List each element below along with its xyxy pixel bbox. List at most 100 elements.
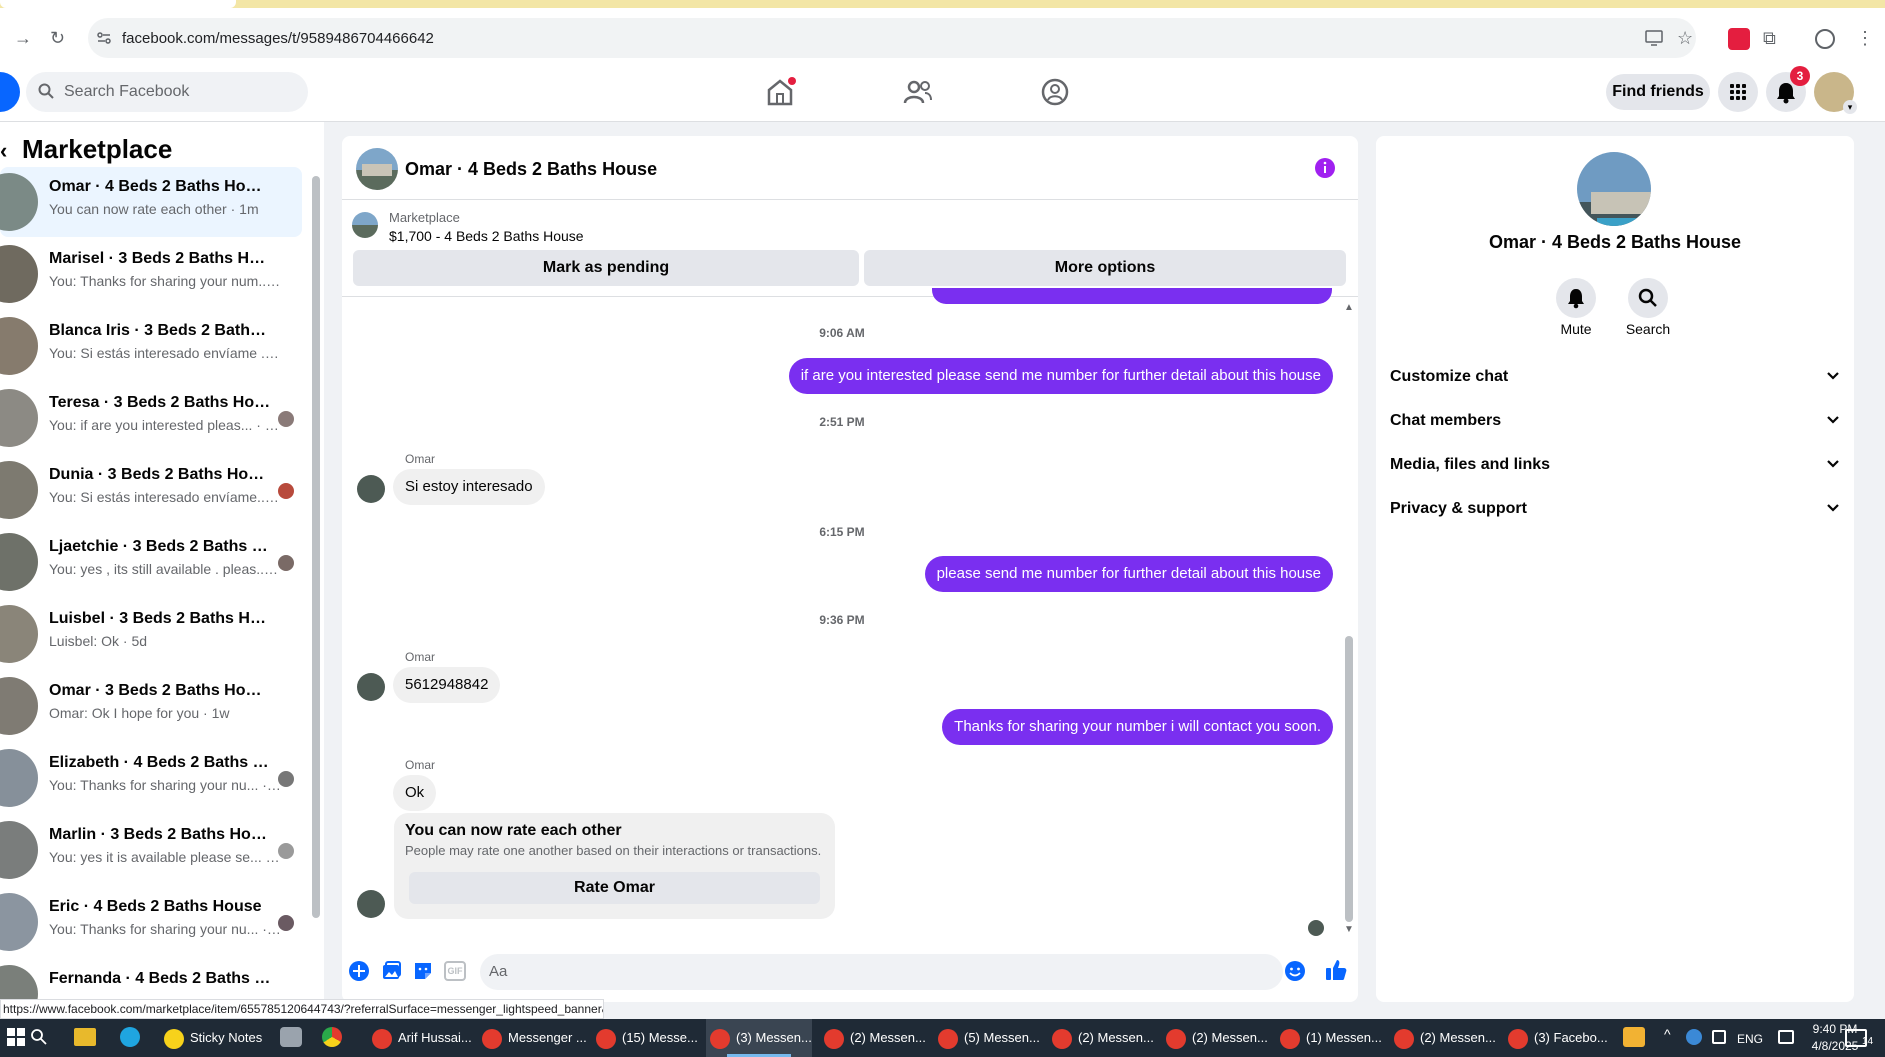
site-settings-icon[interactable]	[96, 30, 112, 46]
taskbar-window-icon	[1394, 1029, 1414, 1049]
taskbar-window[interactable]: (2) Messen...	[1390, 1019, 1496, 1057]
media-files-links-section[interactable]: Media, files and links	[1390, 447, 1840, 483]
message-input[interactable]	[480, 954, 1283, 990]
mute-button[interactable]	[1556, 278, 1596, 318]
chat-avatar[interactable]	[356, 148, 398, 190]
scroll-down-icon[interactable]: ▼	[1344, 924, 1354, 935]
sender-avatar[interactable]	[357, 673, 385, 701]
add-attachment-icon[interactable]	[348, 960, 370, 982]
taskbar-window[interactable]: (2) Messen...	[820, 1019, 926, 1057]
windows-start-icon[interactable]	[6, 1027, 26, 1047]
scroll-up-icon[interactable]: ▲	[1344, 302, 1354, 313]
conversation-item[interactable]: Marlin · 3 Beds 2 Baths House You: yes it…	[0, 815, 302, 885]
bookmark-star-icon[interactable]: ☆	[1677, 28, 1693, 49]
customize-chat-section[interactable]: Customize chat	[1390, 359, 1840, 395]
app-icon[interactable]	[280, 1027, 302, 1047]
conversation-title: Eric · 4 Beds 2 Baths House	[49, 898, 262, 915]
conversation-item[interactable]: Omar · 3 Beds 2 Baths House Omar: Ok I ho…	[0, 671, 302, 741]
chrome-icon[interactable]	[322, 1027, 342, 1047]
conversation-item[interactable]: Omar · 4 Beds 2 Baths House You can now r…	[0, 167, 302, 237]
groups-icon[interactable]	[1041, 78, 1069, 106]
conversation-avatar	[0, 533, 38, 591]
conversation-avatar	[0, 677, 38, 735]
edge-icon[interactable]	[120, 1027, 140, 1047]
profile-icon[interactable]	[1815, 29, 1835, 49]
sender-avatar[interactable]	[357, 890, 385, 918]
conversation-item[interactable]: Teresa · 3 Beds 2 Baths House You: if are…	[0, 383, 302, 453]
rate-omar-button[interactable]: Rate Omar	[409, 872, 820, 904]
conversation-preview: You: yes it is available please se... · …	[49, 849, 281, 865]
like-icon[interactable]	[1324, 958, 1348, 982]
install-app-icon[interactable]	[1645, 30, 1663, 46]
language-indicator[interactable]: ENG	[1737, 1032, 1763, 1046]
taskbar-window-label: Sticky Notes	[190, 1030, 263, 1045]
file-explorer-icon[interactable]	[74, 1028, 96, 1046]
url-text[interactable]: facebook.com/messages/t/9589486704466642	[122, 30, 434, 47]
sender-avatar[interactable]	[357, 475, 385, 503]
message-outgoing[interactable]: if are you interested please send me num…	[788, 358, 1333, 394]
emoji-icon[interactable]	[1284, 960, 1306, 982]
account-chevron-icon[interactable]: ▾	[1843, 100, 1857, 114]
taskbar-window[interactable]: Sticky Notes	[160, 1019, 262, 1057]
friends-icon[interactable]	[903, 78, 933, 106]
message-outgoing[interactable]: Thanks for sharing your number i will co…	[942, 709, 1333, 745]
message-incoming[interactable]: Ok	[393, 775, 437, 811]
privacy-support-section[interactable]: Privacy & support	[1390, 491, 1840, 527]
menu-grid-button[interactable]	[1718, 72, 1758, 112]
taskbar-window[interactable]: (3) Messen...	[706, 1019, 812, 1057]
chat-scrollbar[interactable]	[1345, 636, 1353, 922]
conversation-item[interactable]: Marisel · 3 Beds 2 Baths House You: Thank…	[0, 239, 302, 309]
taskbar-search-icon[interactable]	[30, 1028, 48, 1046]
info-icon[interactable]	[1314, 157, 1336, 179]
more-options-button[interactable]: More options	[864, 250, 1346, 286]
browser-tab-active[interactable]	[0, 0, 236, 8]
back-arrow-icon[interactable]: ‹	[0, 138, 7, 164]
forward-icon[interactable]: →	[14, 28, 32, 49]
seen-avatar	[278, 411, 294, 427]
tray-app-icon[interactable]	[1623, 1027, 1645, 1047]
message-incoming[interactable]: Si estoy interesado	[393, 469, 545, 505]
conversation-title: Teresa · 3 Beds 2 Baths House	[49, 394, 271, 411]
taskbar-window[interactable]: (5) Messen...	[934, 1019, 1040, 1057]
taskbar-window[interactable]: (15) Messe...	[592, 1019, 698, 1057]
browser-menu-icon[interactable]: ⋮	[1856, 28, 1874, 49]
taskbar-window[interactable]: (3) Facebo...	[1504, 1019, 1608, 1057]
extension-off-icon[interactable]	[1728, 28, 1750, 50]
find-friends-button[interactable]: Find friends	[1606, 74, 1710, 110]
chat-info-avatar[interactable]	[1577, 152, 1651, 226]
home-notification-dot	[788, 77, 796, 85]
taskbar-window[interactable]: Messenger ...	[478, 1019, 587, 1057]
search-chat-button[interactable]	[1628, 278, 1668, 318]
conversation-item[interactable]: Dunia · 3 Beds 2 Baths House You: Si está…	[0, 455, 302, 525]
tray-wifi-icon[interactable]	[1778, 1030, 1794, 1044]
taskbar-window[interactable]: (2) Messen...	[1162, 1019, 1268, 1057]
taskbar-window[interactable]: (2) Messen...	[1048, 1019, 1154, 1057]
listing-thumbnail[interactable]	[352, 212, 378, 238]
tray-network-icon[interactable]	[1686, 1029, 1702, 1045]
reload-icon[interactable]: ↻	[50, 28, 65, 49]
tray-display-icon[interactable]	[1712, 1030, 1726, 1044]
listing-price[interactable]: $1,700 - 4 Beds 2 Baths House	[389, 228, 584, 244]
taskbar-window[interactable]: Arif Hussai...	[368, 1019, 472, 1057]
header-divider	[342, 199, 1358, 200]
gif-icon[interactable]: GIF	[444, 961, 466, 981]
message-incoming[interactable]: 5612948842	[393, 667, 501, 703]
conversation-item[interactable]: Eric · 4 Beds 2 Baths House You: Thanks f…	[0, 887, 302, 957]
photo-icon[interactable]	[380, 960, 402, 982]
sidebar-scrollbar[interactable]	[312, 176, 320, 918]
message-outgoing[interactable]: please send me number for further detail…	[924, 556, 1333, 592]
conversation-item[interactable]: Elizabeth · 4 Beds 2 Baths Ho... You: Tha…	[0, 743, 302, 813]
sticker-icon[interactable]	[412, 960, 434, 982]
taskbar-window-icon	[710, 1029, 730, 1049]
tray-chevron-icon[interactable]: ^	[1664, 1026, 1671, 1042]
mark-as-pending-button[interactable]: Mark as pending	[353, 250, 859, 286]
conversation-item[interactable]: Ljaetchie · 3 Beds 2 Baths Hou... You: ye…	[0, 527, 302, 597]
extensions-puzzle-icon[interactable]: ⧉	[1763, 28, 1776, 49]
conversation-item[interactable]: Luisbel · 3 Beds 2 Baths House Luisbel: O…	[0, 599, 302, 669]
chat-title[interactable]: Omar · 4 Beds 2 Baths House	[405, 159, 657, 180]
chat-members-section[interactable]: Chat members	[1390, 403, 1840, 439]
sidebar-title: Marketplace	[22, 134, 173, 164]
conversation-item[interactable]: Blanca Iris · 3 Beds 2 Baths House You: S…	[0, 311, 302, 381]
conversation-title: Fernanda · 4 Beds 2 Baths Ho...	[49, 970, 271, 987]
taskbar-window[interactable]: (1) Messen...	[1276, 1019, 1382, 1057]
